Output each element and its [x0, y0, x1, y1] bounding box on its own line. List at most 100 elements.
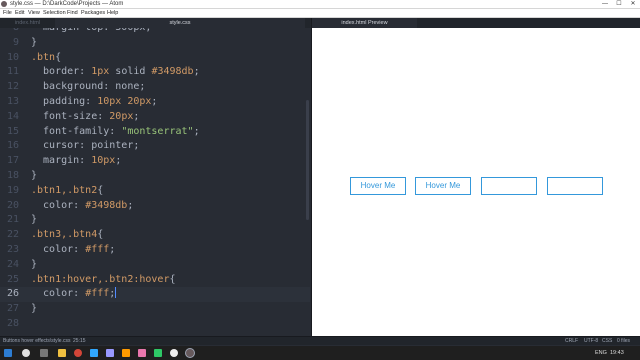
xd-icon[interactable] — [138, 349, 146, 357]
language-indicator[interactable]: ENG — [595, 346, 607, 360]
atom-taskbar-icon[interactable] — [186, 349, 194, 357]
line-number: 19 — [6, 184, 19, 196]
code-token: font-family: — [31, 125, 122, 137]
menu-help[interactable]: Help — [107, 9, 118, 18]
tab-html-preview[interactable]: index.html Preview — [311, 18, 417, 28]
code-line[interactable]: 25 .btn1:hover,.btn2:hover{ — [0, 273, 310, 288]
code-text: } — [31, 258, 37, 273]
editor-scrollbar[interactable] — [306, 100, 309, 220]
line-number: 13 — [6, 96, 19, 107]
menu-view[interactable]: View — [28, 9, 40, 18]
code-line[interactable]: 28 — [0, 317, 310, 332]
start-windows-icon[interactable] — [4, 349, 12, 357]
tab-style-css[interactable]: style.css — [55, 18, 305, 28]
status-grammar[interactable]: CSS — [602, 337, 612, 346]
code-token: .btn3,.btn4 — [31, 229, 98, 241]
code-text: } — [31, 302, 37, 317]
search-icon[interactable] — [22, 349, 30, 357]
maximize-button[interactable]: ☐ — [612, 0, 626, 9]
tab-bar: index.html style.css index.html Preview — [0, 18, 640, 28]
code-line[interactable]: 18} — [0, 169, 310, 184]
illustrator-icon[interactable] — [122, 349, 130, 357]
code-token: cursor: pointer; — [31, 140, 140, 152]
btn2-hover-me[interactable]: Hover Me — [415, 177, 471, 195]
status-line-ending[interactable]: CRLF — [565, 337, 578, 346]
premiere-icon[interactable] — [106, 349, 114, 357]
code-token: 10px — [91, 155, 116, 167]
code-text: background: none; — [31, 80, 145, 95]
code-text: } — [31, 169, 37, 184]
code-line[interactable]: 15 font-family: "montserrat"; — [0, 125, 310, 140]
btn1-hover-me[interactable]: Hover Me — [350, 177, 406, 195]
chrome-icon[interactable] — [74, 349, 82, 357]
code-token: ; — [109, 244, 116, 255]
code-token: solid — [109, 66, 152, 78]
code-line[interactable]: 13 padding: 10px 20px; — [0, 95, 310, 110]
btn3-white-text[interactable] — [481, 177, 537, 195]
code-line[interactable]: 10 .btn{ — [0, 51, 310, 66]
menu-packages[interactable]: Packages — [81, 9, 105, 18]
menu-find[interactable]: Find — [67, 9, 78, 18]
code-line[interactable]: 17 margin: 10px; — [0, 154, 310, 169]
code-token: 20px — [109, 110, 134, 122]
photoshop-icon[interactable] — [90, 349, 98, 357]
minimize-button[interactable]: — — [598, 0, 612, 9]
code-token: .btn1:hover,.btn2:hover — [31, 273, 170, 285]
status-cursor-position[interactable]: 25:15 — [73, 337, 86, 346]
windows-taskbar: ENG 19:43 — [0, 346, 640, 360]
clock[interactable]: 19:43 — [610, 346, 624, 360]
code-line[interactable]: 9} — [0, 36, 310, 51]
line-number: 22 — [6, 229, 19, 241]
app-white-icon[interactable] — [170, 349, 178, 357]
menu-file[interactable]: File — [3, 9, 12, 18]
code-editor[interactable]: 8 margin-top: 300px;9}10.btn{11 border: … — [0, 28, 310, 343]
code-token: #3498db — [85, 199, 128, 211]
code-line[interactable]: 19 .btn1,.btn2{ — [0, 184, 310, 199]
code-line[interactable]: 8 margin-top: 300px; — [0, 28, 310, 36]
menu-selection[interactable]: Selection — [43, 9, 66, 18]
tab-index-html[interactable]: index.html — [5, 18, 50, 28]
code-line[interactable]: 21} — [0, 213, 310, 228]
code-token: } — [31, 214, 38, 226]
code-text: } — [31, 36, 37, 51]
code-token: #fff — [85, 288, 110, 300]
task-view-icon[interactable] — [40, 349, 48, 357]
app-green-icon[interactable] — [154, 349, 162, 357]
code-line[interactable]: 11 border: 1px solid #3498db; — [0, 65, 310, 80]
code-line[interactable]: 26 color: #fff; — [0, 287, 310, 303]
code-line[interactable]: 23 color: #fff; — [0, 243, 310, 258]
code-token: "montserrat" — [121, 125, 194, 137]
line-number: 10 — [6, 51, 19, 63]
code-token: { — [97, 184, 104, 196]
code-token: margin: — [31, 155, 92, 167]
code-line[interactable]: 27} — [0, 302, 310, 317]
code-line[interactable]: 14 font-size: 20px; — [0, 110, 310, 125]
line-number: 25 — [6, 273, 19, 285]
line-number: 8 — [0, 28, 19, 36]
code-token: ; — [133, 110, 140, 122]
code-text: color: #3498db; — [31, 199, 133, 214]
code-token: padding: — [31, 96, 98, 107]
code-line[interactable]: 16 cursor: pointer; — [0, 139, 310, 154]
status-git-files[interactable]: 0 files — [617, 337, 630, 346]
code-token: color: — [31, 199, 86, 211]
status-file-path[interactable]: Buttons hover effects\style.css — [3, 337, 70, 346]
code-text: border: 1px solid #3498db; — [31, 65, 200, 80]
code-line[interactable]: 22 .btn3,.btn4{ — [0, 228, 310, 243]
code-token: #fff — [85, 244, 110, 255]
close-button[interactable]: ✕ — [626, 0, 640, 9]
code-line[interactable]: 24} — [0, 258, 310, 273]
code-token: ; — [115, 155, 122, 167]
code-token: color: — [31, 288, 86, 300]
code-line[interactable]: 20 color: #3498db; — [0, 199, 310, 214]
code-token: .btn — [31, 51, 56, 63]
line-number: 26 — [6, 288, 19, 300]
file-explorer-icon[interactable] — [58, 349, 66, 357]
code-text: .btn{ — [31, 51, 61, 66]
status-encoding[interactable]: UTF-8 — [584, 337, 598, 346]
code-text: font-family: "montserrat"; — [31, 125, 200, 140]
btn4-white-text[interactable] — [547, 177, 603, 195]
menu-edit[interactable]: Edit — [15, 9, 24, 18]
code-line[interactable]: 12 background: none; — [0, 80, 310, 95]
code-token: 10px 20px — [97, 96, 152, 107]
